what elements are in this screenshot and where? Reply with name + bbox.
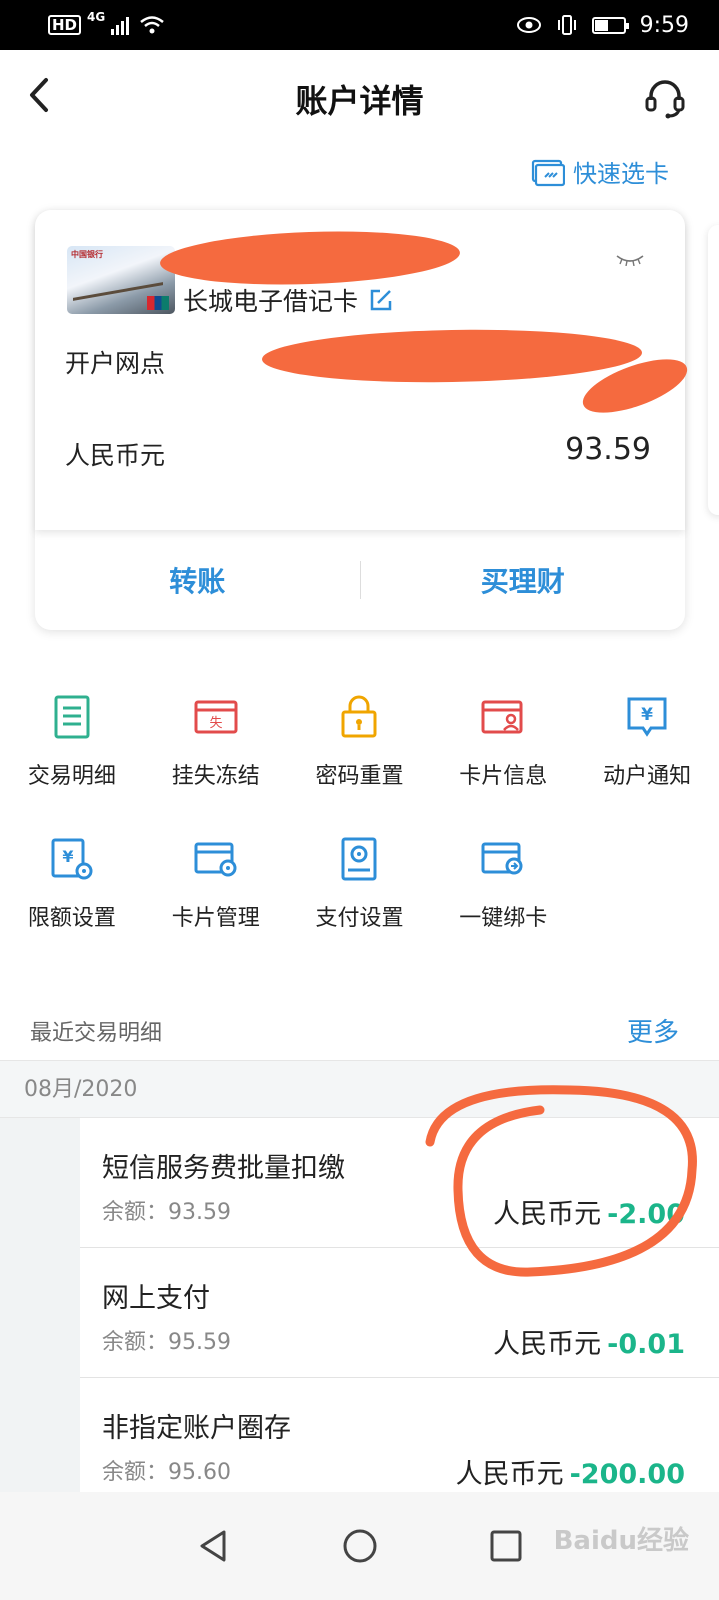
card-manage-icon xyxy=(194,842,237,877)
grid-label: 密码重置 xyxy=(315,764,404,789)
unionpay-logo xyxy=(147,296,169,310)
account-notify-icon: ¥ xyxy=(627,697,667,737)
transaction-title: 非指定账户圈存 xyxy=(102,1413,291,1444)
report-loss-icon: 失 xyxy=(194,700,238,734)
grid-label: 支付设置 xyxy=(315,906,404,931)
svg-text:¥: ¥ xyxy=(62,847,73,866)
amount-currency: 人民币元 xyxy=(493,1329,602,1360)
more-link[interactable]: 更多 xyxy=(627,1012,679,1049)
status-left: HD 4G xyxy=(48,10,165,35)
transaction-balance: 余额：95.59 xyxy=(102,1330,231,1355)
back-triangle-icon[interactable] xyxy=(194,1526,234,1566)
network-type: 4G xyxy=(87,10,106,24)
svg-text:失: 失 xyxy=(209,716,222,731)
limit-settings-icon: ¥ xyxy=(51,838,93,880)
amount-currency: 人民币元 xyxy=(455,1459,564,1490)
amount-value: -200.00 xyxy=(569,1459,685,1490)
buy-wealth-button[interactable]: 买理财 xyxy=(361,560,686,600)
bind-card-button[interactable]: 一键绑卡 xyxy=(431,836,575,932)
account-balance: 93.59 xyxy=(565,432,651,467)
transaction-tag xyxy=(0,1118,80,1248)
function-grid-row-1: 交易明细 失 挂失冻结 密码重置 卡片信息 ¥ 动户通知 xyxy=(0,694,719,790)
quick-select-card-button[interactable]: 快速选卡 xyxy=(531,154,669,189)
card-switch-icon xyxy=(531,159,565,186)
transaction-amount: 人民币元 -200.00 xyxy=(456,1452,685,1491)
edit-icon[interactable] xyxy=(368,287,394,313)
grid-label: 一键绑卡 xyxy=(459,906,548,931)
transaction-title: 短信服务费批量扣缴 xyxy=(102,1153,345,1184)
signal-icon xyxy=(111,17,130,35)
home-circle-icon[interactable] xyxy=(340,1526,380,1566)
battery-fill xyxy=(594,19,609,31)
card-manage-button[interactable]: 卡片管理 xyxy=(144,836,288,932)
payment-settings-button[interactable]: 支付设置 xyxy=(288,836,432,932)
account-notify-button[interactable]: ¥ 动户通知 xyxy=(575,694,719,790)
transaction-tag xyxy=(0,1248,80,1378)
limit-settings-button[interactable]: ¥ 限额设置 xyxy=(0,836,144,932)
password-reset-button[interactable]: 密码重置 xyxy=(288,694,432,790)
transaction-detail-button[interactable]: 交易明细 xyxy=(0,694,144,790)
status-right: 9:59 xyxy=(516,13,689,38)
recents-square-icon[interactable] xyxy=(486,1526,526,1566)
hide-balance-icon[interactable] xyxy=(615,254,645,266)
recent-title: 最近交易明细 xyxy=(30,1020,163,1046)
function-grid-row-2: ¥ 限额设置 卡片管理 支付设置 一键绑卡 xyxy=(0,836,719,932)
battery-icon xyxy=(591,16,629,34)
customer-service-icon[interactable] xyxy=(643,76,687,120)
report-loss-button[interactable]: 失 挂失冻结 xyxy=(144,694,288,790)
bind-card-icon xyxy=(481,842,523,875)
grid-label: 动户通知 xyxy=(603,764,692,789)
transaction-balance: 余额：95.60 xyxy=(102,1460,231,1485)
transaction-balance: 余额：93.59 xyxy=(102,1200,231,1225)
transaction-detail-icon xyxy=(54,695,90,739)
clock: 9:59 xyxy=(639,12,689,38)
grid-label: 卡片信息 xyxy=(459,764,548,789)
currency-label: 人民币元 xyxy=(65,441,166,470)
nav-bar: 账户详情 xyxy=(0,50,719,142)
transfer-button[interactable]: 转账 xyxy=(35,560,360,600)
card-name: 长城电子借记卡 xyxy=(183,287,359,316)
watermark: Baidu经验 xyxy=(553,1526,689,1556)
card-actions: 转账 买理财 xyxy=(35,530,685,630)
grid-label: 卡片管理 xyxy=(171,906,260,931)
next-card-peek[interactable] xyxy=(708,225,719,515)
card-info-icon xyxy=(481,700,523,734)
amount-value: -0.01 xyxy=(607,1329,685,1360)
wifi-icon xyxy=(140,16,165,34)
card-info-button[interactable]: 卡片信息 xyxy=(431,694,575,790)
annotation-circle xyxy=(425,1085,697,1277)
hd-badge: HD xyxy=(48,15,82,35)
vibrate-icon xyxy=(557,15,576,35)
transaction-title: 网上支付 xyxy=(102,1283,210,1314)
transaction-amount: 人民币元 -0.01 xyxy=(493,1322,685,1361)
grid-label: 限额设置 xyxy=(27,906,116,931)
card-thumbnail: 中国银行 xyxy=(67,246,175,314)
transaction-row[interactable]: 非指定账户圈存 余额：95.60 人民币元 -200.00 xyxy=(0,1378,719,1508)
branch-label: 开户网点 xyxy=(65,349,166,378)
grid-label: 挂失冻结 xyxy=(171,764,260,789)
card-name-row: 长城电子借记卡 xyxy=(183,282,394,318)
recent-header: 最近交易明细 更多 xyxy=(30,1012,679,1049)
password-reset-icon xyxy=(341,695,377,738)
payment-settings-icon xyxy=(341,837,377,881)
grid-label: 交易明细 xyxy=(27,764,116,789)
status-bar: HD 4G 9:59 xyxy=(0,0,719,50)
quick-select-label: 快速选卡 xyxy=(573,160,669,188)
transaction-tag xyxy=(0,1378,80,1508)
bank-logo: 中国银行 xyxy=(71,250,103,259)
svg-text:¥: ¥ xyxy=(641,705,653,725)
eye-comfort-icon xyxy=(516,17,541,33)
page-title: 账户详情 xyxy=(295,82,424,120)
